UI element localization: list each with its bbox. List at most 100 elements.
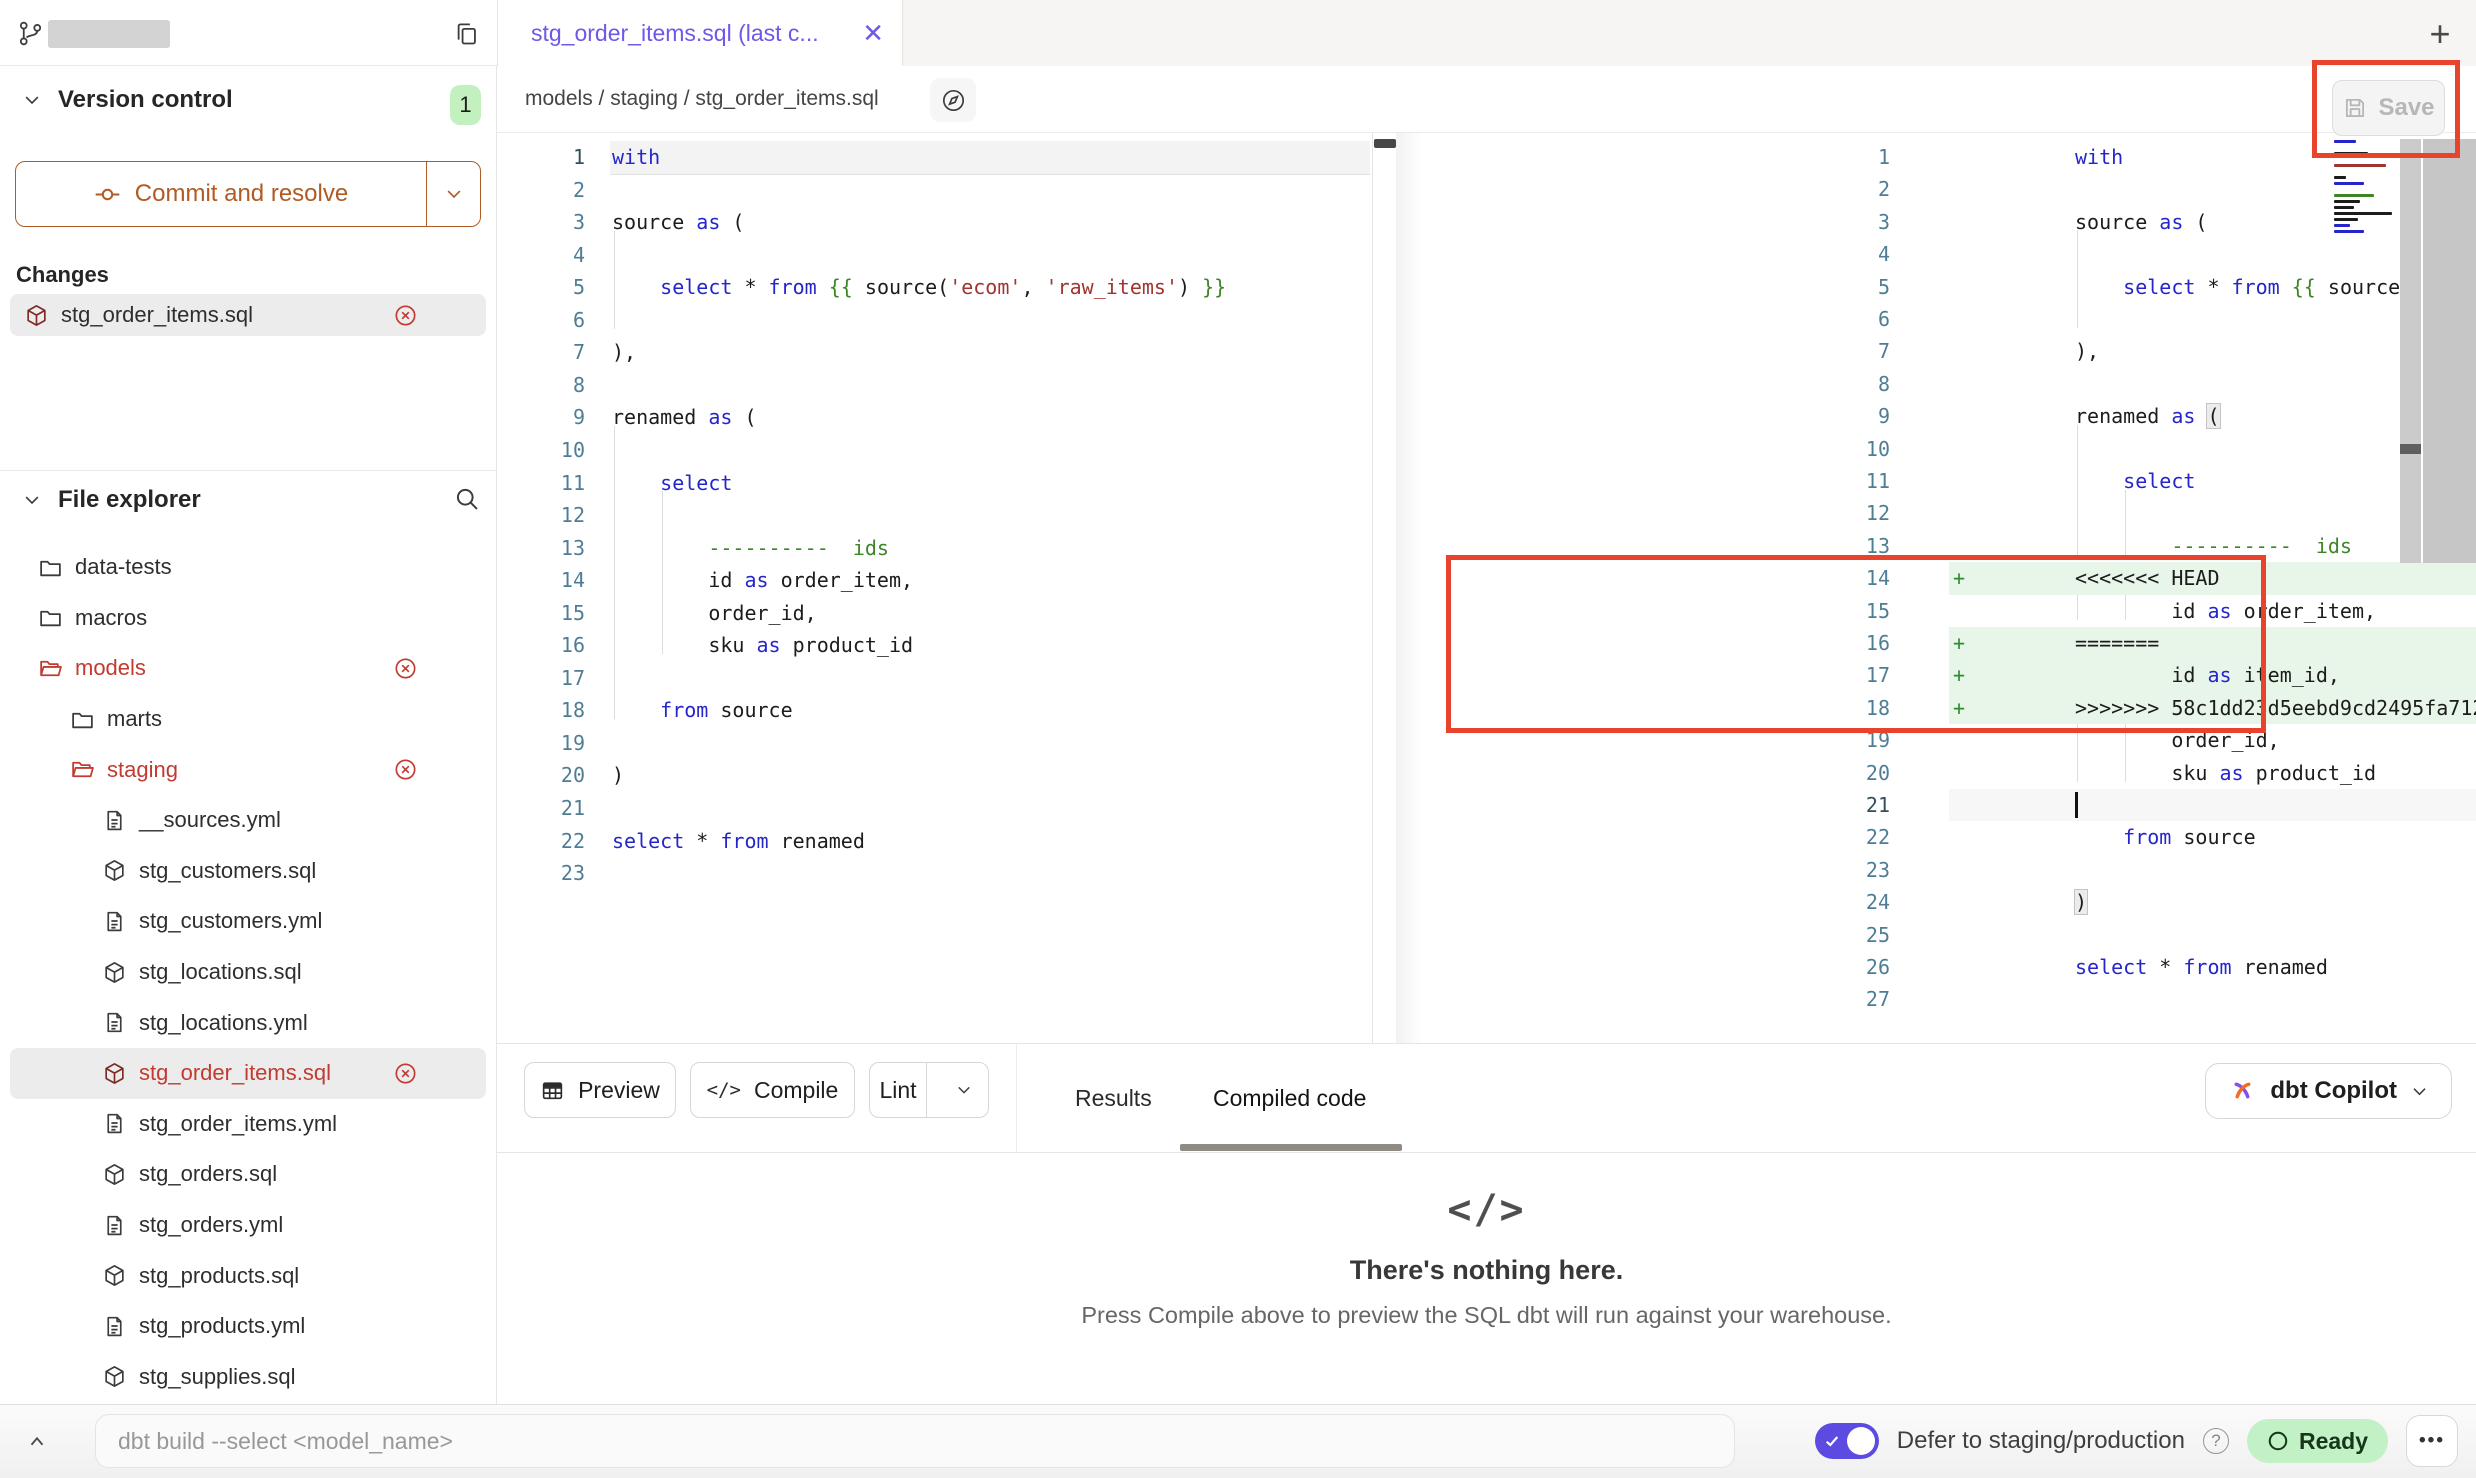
folder-open-icon: [70, 757, 95, 782]
explorer-item-stg-locations-sql[interactable]: stg_locations.sql: [10, 947, 486, 998]
folder-icon: [38, 555, 63, 580]
line-number: 11: [505, 467, 585, 500]
explorer-item-stg-supplies-sql[interactable]: stg_supplies.sql: [10, 1352, 486, 1403]
chevron-down-icon: [2410, 1082, 2429, 1101]
dbt-copilot-button[interactable]: dbt Copilot: [2205, 1063, 2452, 1119]
code-line: select: [612, 467, 732, 500]
tab-results[interactable]: Results: [1075, 1044, 1152, 1152]
line-number: 18: [505, 694, 585, 727]
lineage-compass-icon: [940, 87, 967, 114]
explorer-item-label: stg_orders.yml: [139, 1212, 283, 1238]
lint-label: Lint: [870, 1063, 927, 1117]
changed-file-name: stg_order_items.sql: [61, 302, 253, 328]
annotation-conflict-box: [1446, 555, 2266, 733]
explorer-item-stg-locations-yml[interactable]: stg_locations.yml: [10, 997, 486, 1048]
status-circle-icon: [2267, 1430, 2289, 1452]
editor-scrollbar-thumb[interactable]: [2400, 444, 2421, 454]
line-number: 6: [505, 304, 585, 337]
discard-change-icon[interactable]: [393, 303, 418, 328]
code-icon: </>: [707, 1079, 741, 1101]
commit-and-resolve-button[interactable]: Commit and resolve: [15, 161, 481, 227]
empty-state-title: There's nothing here.: [497, 1255, 2476, 1286]
explorer-item-stg-products-yml[interactable]: stg_products.yml: [10, 1301, 486, 1352]
explorer-item-stg-orders-sql[interactable]: stg_orders.sql: [10, 1149, 486, 1200]
minimap-line: [2334, 170, 2338, 173]
sidebar: Version control 1 Commit and resolve Cha…: [0, 66, 497, 1404]
cube-icon: [102, 1162, 127, 1187]
left-scrollbar-thumb[interactable]: [1374, 139, 1396, 148]
line-number: 7: [1810, 335, 1890, 367]
tab-close-icon[interactable]: ✕: [862, 18, 884, 49]
lineage-button[interactable]: [930, 78, 976, 122]
new-tab-button[interactable]: +: [2418, 12, 2462, 56]
tab-stg-order-items[interactable]: stg_order_items.sql (last c... ✕: [497, 0, 903, 66]
search-icon[interactable]: [453, 485, 481, 513]
line-number: 23: [505, 857, 585, 890]
explorer-item-stg-order-items-sql[interactable]: stg_order_items.sql: [10, 1048, 486, 1099]
explorer-item-label: stg_customers.yml: [139, 908, 322, 934]
command-bar: Defer to staging/production ? Ready •••: [0, 1404, 2476, 1478]
copy-icon[interactable]: [453, 21, 480, 48]
explorer-item-marts[interactable]: marts: [10, 694, 486, 745]
file-icon: [102, 1111, 127, 1136]
editor-scrollbar-track[interactable]: [2400, 139, 2421, 563]
commit-dropdown-button[interactable]: [427, 162, 480, 226]
cube-icon: [102, 858, 127, 883]
line-number: 27: [1810, 983, 1890, 1015]
breadcrumb: models / staging / stg_order_items.sql: [525, 66, 879, 132]
more-options-button[interactable]: •••: [2406, 1415, 2458, 1467]
discard-change-icon[interactable]: [393, 1061, 418, 1086]
compile-button[interactable]: </> Compile: [690, 1062, 855, 1118]
explorer-item-stg-customers-sql[interactable]: stg_customers.sql: [10, 846, 486, 897]
line-number: 7: [505, 336, 585, 369]
pane-shadow: [1396, 133, 1422, 1043]
line-number: 21: [1810, 789, 1890, 821]
minimap[interactable]: [2334, 140, 2396, 265]
preview-button[interactable]: Preview: [524, 1062, 676, 1118]
minimap-line: [2334, 194, 2374, 197]
explorer-item-staging[interactable]: staging: [10, 744, 486, 795]
line-number: 25: [1810, 919, 1890, 951]
line-number: 5: [505, 271, 585, 304]
defer-toggle[interactable]: [1815, 1423, 1879, 1459]
lint-dropdown-button[interactable]: [940, 1081, 988, 1099]
file-icon: [102, 1314, 127, 1339]
tab-compiled-code[interactable]: Compiled code: [1213, 1044, 1366, 1152]
window-scrollbar[interactable]: [2423, 139, 2476, 563]
explorer-item-stg-customers-yml[interactable]: stg_customers.yml: [10, 896, 486, 947]
code-line: sku as product_id: [2075, 757, 2376, 789]
command-input[interactable]: [95, 1414, 1735, 1468]
active-row-band: [610, 141, 1370, 175]
discard-change-icon[interactable]: [393, 656, 418, 681]
line-number: 10: [505, 434, 585, 467]
explorer-item-macros[interactable]: macros: [10, 593, 486, 644]
model-cube-icon: [24, 303, 49, 328]
line-number: 24: [1810, 886, 1890, 918]
chevron-down-icon: [444, 184, 464, 204]
editor-pane-original[interactable]: 1with23source as (45 select * from {{ so…: [497, 133, 1372, 1043]
version-control-header[interactable]: Version control: [22, 86, 233, 114]
chevron-up-icon[interactable]: [24, 1431, 50, 1453]
explorer-item-stg-orders-yml[interactable]: stg_orders.yml: [10, 1200, 486, 1251]
explorer-item-label: stg_order_items.yml: [139, 1111, 337, 1137]
explorer-item-label: stg_products.yml: [139, 1313, 305, 1339]
toggle-knob: [1847, 1427, 1875, 1455]
empty-state-subtitle: Press Compile above to preview the SQL d…: [497, 1302, 2476, 1329]
explorer-item--sources-yml[interactable]: __sources.yml: [10, 795, 486, 846]
file-explorer-header[interactable]: File explorer: [22, 486, 201, 514]
lint-button[interactable]: Lint: [869, 1062, 989, 1118]
discard-change-icon[interactable]: [393, 757, 418, 782]
explorer-item-models[interactable]: models: [10, 643, 486, 694]
code-brackets-icon: </>: [497, 1187, 2476, 1233]
defer-label: Defer to staging/production: [1897, 1427, 2185, 1455]
minimap-line: [2334, 176, 2346, 179]
code-line: source as (: [612, 206, 744, 239]
help-icon[interactable]: ?: [2203, 1428, 2229, 1454]
active-tab-underline: [1180, 1144, 1402, 1151]
explorer-item-stg-products-sql[interactable]: stg_products.sql: [10, 1250, 486, 1301]
line-number: 9: [1810, 400, 1890, 432]
explorer-item-stg-order-items-yml[interactable]: stg_order_items.yml: [10, 1099, 486, 1150]
code-line: select: [2075, 465, 2195, 497]
explorer-item-data-tests[interactable]: data-tests: [10, 542, 486, 593]
changed-file-row[interactable]: stg_order_items.sql: [10, 294, 486, 336]
